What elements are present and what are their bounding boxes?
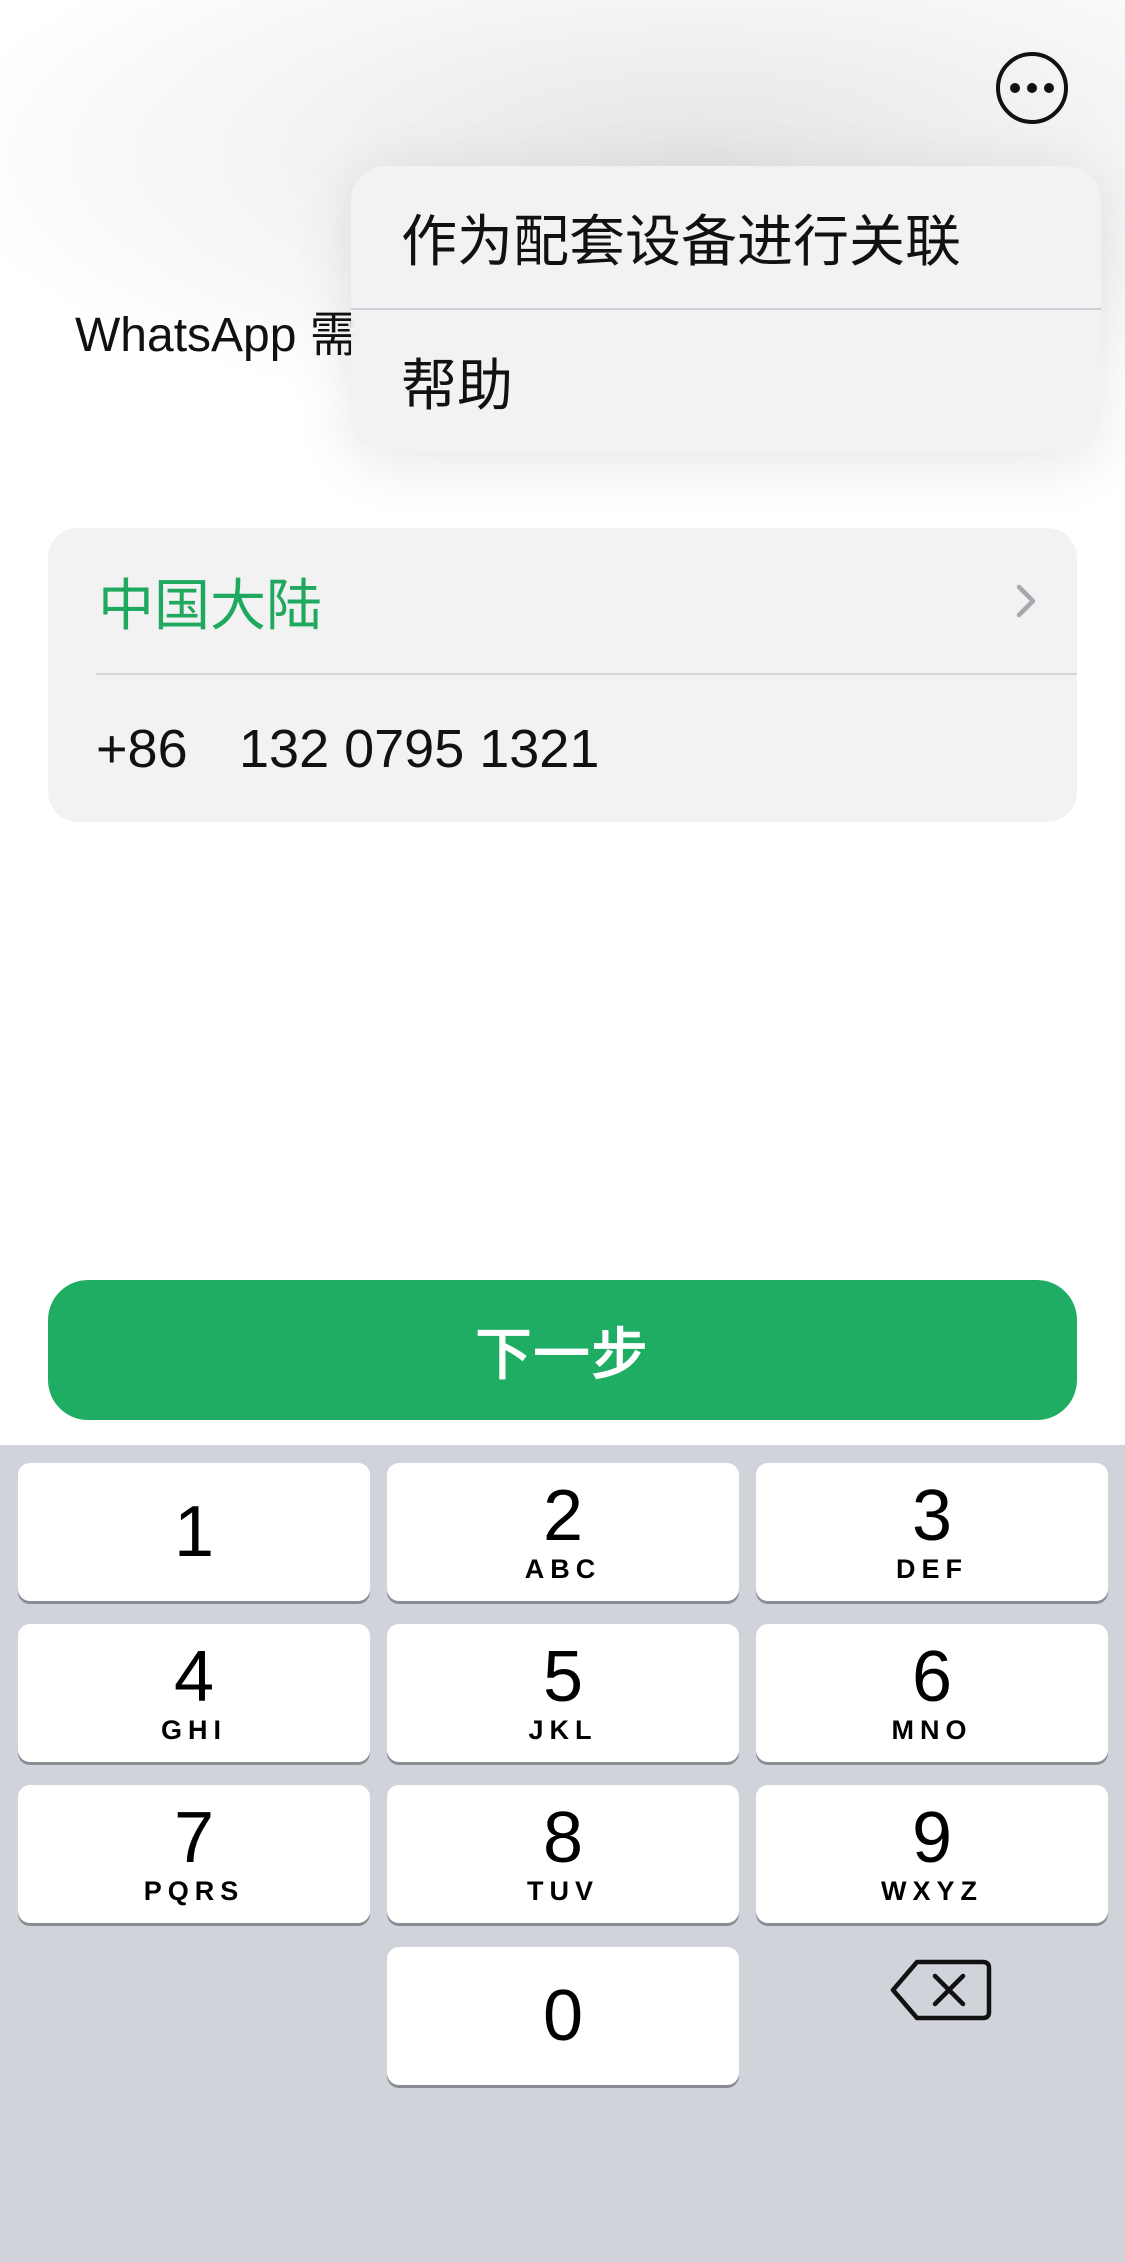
key-6[interactable]: 6 MNO: [756, 1624, 1108, 1762]
phone-number-row: +86 132 0795 1321: [48, 675, 1077, 822]
next-button[interactable]: 下一步: [48, 1280, 1077, 1420]
ellipsis-dot: [1027, 83, 1037, 93]
numeric-keypad: 1 2 ABC 3 DEF 4 GHI 5 JKL 6 MNO 7 PQRS 8…: [0, 1445, 1125, 2262]
key-2[interactable]: 2 ABC: [387, 1463, 739, 1601]
key-3[interactable]: 3 DEF: [756, 1463, 1108, 1601]
backspace-icon[interactable]: [887, 1950, 997, 2030]
key-9[interactable]: 9 WXYZ: [756, 1785, 1108, 1923]
key-letters: JKL: [528, 1715, 598, 1745]
key-7[interactable]: 7 PQRS: [18, 1785, 370, 1923]
key-letters: PQRS: [143, 1876, 245, 1906]
country-code-field[interactable]: +86: [96, 718, 239, 780]
key-4[interactable]: 4 GHI: [18, 1624, 370, 1762]
key-digit: 4: [173, 1637, 215, 1717]
country-name: 中国大陆: [98, 573, 322, 637]
key-digit: 1: [173, 1492, 215, 1572]
intro-text: WhatsApp 需: [75, 309, 357, 362]
country-selector[interactable]: 中国大陆: [48, 528, 1077, 674]
key-digit: 0: [542, 1976, 584, 2056]
key-5[interactable]: 5 JKL: [387, 1624, 739, 1762]
key-0[interactable]: 0: [387, 1947, 739, 2085]
ellipsis-dot: [1044, 83, 1054, 93]
phone-number-field[interactable]: 132 0795 1321: [239, 718, 599, 780]
key-letters: MNO: [891, 1715, 973, 1745]
key-digit: 6: [911, 1637, 953, 1717]
key-digit: 5: [542, 1637, 584, 1717]
key-letters: ABC: [524, 1554, 602, 1584]
ellipsis-dot: [1010, 83, 1020, 93]
key-digit: 9: [911, 1798, 953, 1878]
key-digit: 2: [542, 1476, 584, 1556]
menu-item-link-as-companion[interactable]: 作为配套设备进行关联: [351, 166, 1101, 308]
key-digit: 7: [173, 1798, 215, 1878]
phone-entry-card: 中国大陆 +86 132 0795 1321: [48, 528, 1077, 822]
key-letters: DEF: [896, 1554, 968, 1584]
chevron-right-icon: [1016, 584, 1036, 618]
key-digit: 8: [542, 1798, 584, 1878]
key-letters: WXYZ: [881, 1876, 983, 1906]
key-letters: TUV: [527, 1876, 599, 1906]
menu-item-help[interactable]: 帮助: [351, 310, 1101, 452]
more-options-button[interactable]: [996, 52, 1068, 124]
key-1[interactable]: 1: [18, 1463, 370, 1601]
key-digit: 3: [911, 1476, 953, 1556]
key-8[interactable]: 8 TUV: [387, 1785, 739, 1923]
options-menu: 作为配套设备进行关联 帮助: [351, 166, 1101, 452]
key-letters: GHI: [160, 1715, 227, 1745]
